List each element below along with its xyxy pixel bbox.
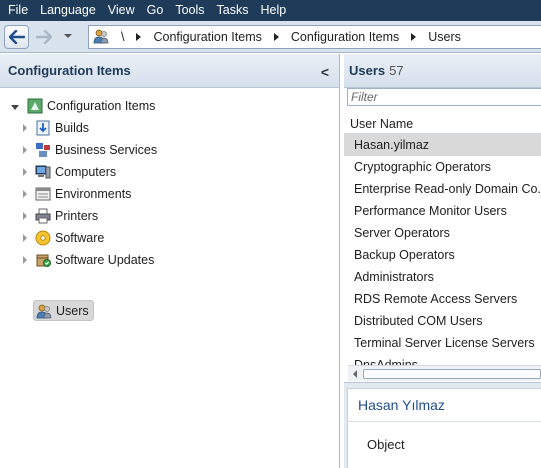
breadcrumb-item[interactable]: Configuration Items bbox=[287, 30, 403, 44]
tree-label: Printers bbox=[55, 209, 99, 223]
tree-label: Users bbox=[56, 303, 89, 318]
navigation-pane-title: Configuration Items bbox=[8, 63, 131, 78]
expand-arrow-icon[interactable] bbox=[23, 256, 27, 264]
navigation-bar: \ Configuration Items Configuration Item… bbox=[0, 21, 541, 53]
navigation-pane: Configuration Items < Configuration Item… bbox=[0, 54, 340, 468]
list-pane: Users 57 Filter User Name Hasan.yilmaz C… bbox=[344, 54, 541, 468]
scroll-left-icon[interactable] bbox=[353, 369, 357, 378]
details-pane: Hasan Yılmaz Object bbox=[344, 382, 541, 468]
horizontal-scrollbar[interactable] bbox=[348, 365, 541, 381]
tree-label: Configuration Items bbox=[47, 99, 156, 113]
column-header-user-name[interactable]: User Name bbox=[344, 114, 541, 134]
list-item[interactable]: Enterprise Read-only Domain Co... bbox=[344, 178, 541, 200]
forward-button[interactable] bbox=[31, 25, 56, 49]
tree-item-printers[interactable]: Printers bbox=[23, 205, 98, 227]
navigation-pane-header: Configuration Items < bbox=[0, 54, 339, 88]
details-card: Hasan Yılmaz Object bbox=[347, 388, 541, 468]
menu-help[interactable]: Help bbox=[254, 0, 292, 21]
menu-bar: File Language View Go Tools Tasks Help bbox=[0, 0, 541, 21]
menu-view[interactable]: View bbox=[102, 0, 141, 21]
details-title: Hasan Yılmaz bbox=[358, 397, 445, 413]
breadcrumb-item[interactable]: Configuration Items bbox=[149, 30, 265, 44]
scrollbar-thumb[interactable] bbox=[363, 368, 541, 379]
breadcrumb-item[interactable]: Users bbox=[424, 30, 465, 44]
breadcrumb-separator-icon[interactable] bbox=[411, 33, 417, 41]
tree-label: Business Services bbox=[55, 143, 158, 157]
breadcrumb-separator-icon[interactable] bbox=[273, 33, 279, 41]
tree-label: Computers bbox=[55, 165, 117, 179]
back-button[interactable] bbox=[4, 25, 29, 49]
tree-item-environments[interactable]: Environments bbox=[23, 183, 131, 205]
builds-icon bbox=[35, 120, 51, 136]
address-bar[interactable]: \ Configuration Items Configuration Item… bbox=[88, 25, 541, 49]
environments-icon bbox=[35, 186, 51, 202]
item-count: 57 bbox=[389, 63, 404, 78]
tree-label: Environments bbox=[55, 187, 132, 201]
software-disc-icon bbox=[35, 230, 51, 246]
expand-arrow-icon[interactable] bbox=[23, 146, 27, 154]
expand-arrow-icon[interactable] bbox=[23, 168, 27, 176]
menu-tools[interactable]: Tools bbox=[169, 0, 210, 21]
software-updates-icon bbox=[35, 252, 51, 268]
tree-root-configuration-items[interactable]: Configuration Items bbox=[11, 95, 155, 117]
list-item[interactable]: RDS Remote Access Servers bbox=[344, 288, 541, 310]
details-object-label: Object bbox=[367, 437, 405, 452]
tree-item-software-updates[interactable]: Software Updates bbox=[23, 249, 154, 271]
menu-tasks[interactable]: Tasks bbox=[211, 0, 255, 21]
tree-item-software[interactable]: Software bbox=[23, 227, 104, 249]
menu-file[interactable]: File bbox=[2, 0, 34, 21]
expand-arrow-icon[interactable] bbox=[23, 212, 27, 220]
tree-item-users[interactable]: Users bbox=[33, 300, 94, 321]
filter-input[interactable]: Filter bbox=[347, 88, 541, 106]
business-services-icon bbox=[35, 142, 51, 158]
users-icon bbox=[93, 28, 109, 47]
tree-item-computers[interactable]: Computers bbox=[23, 161, 116, 183]
back-arrow-icon bbox=[8, 30, 25, 44]
tree-item-builds[interactable]: Builds bbox=[23, 117, 89, 139]
expand-arrow-icon[interactable] bbox=[23, 124, 27, 132]
computers-icon bbox=[35, 164, 51, 180]
list-item[interactable]: Hasan.yilmaz bbox=[344, 134, 541, 156]
breadcrumb-separator-icon[interactable] bbox=[136, 33, 142, 41]
tree-item-business-services[interactable]: Business Services bbox=[23, 139, 157, 161]
list-item[interactable]: Performance Monitor Users bbox=[344, 200, 541, 222]
list-item[interactable]: Distributed COM Users bbox=[344, 310, 541, 332]
collapse-pane-button[interactable]: < bbox=[321, 64, 329, 80]
list-item[interactable]: Terminal Server License Servers bbox=[344, 332, 541, 354]
divider bbox=[348, 421, 541, 422]
list-item[interactable]: Backup Operators bbox=[344, 244, 541, 266]
menu-go[interactable]: Go bbox=[141, 0, 170, 21]
collapse-arrow-icon[interactable] bbox=[11, 104, 19, 110]
breadcrumb-root[interactable]: \ bbox=[117, 30, 128, 44]
list-item[interactable]: Administrators bbox=[344, 266, 541, 288]
tree-label: Builds bbox=[55, 121, 90, 135]
menu-language[interactable]: Language bbox=[34, 0, 102, 21]
expand-arrow-icon[interactable] bbox=[23, 234, 27, 242]
expand-arrow-icon[interactable] bbox=[23, 190, 27, 198]
configuration-items-icon bbox=[27, 98, 43, 114]
list-pane-header: Users 57 bbox=[344, 54, 541, 88]
forward-arrow-icon bbox=[35, 30, 52, 44]
list-item[interactable]: Server Operators bbox=[344, 222, 541, 244]
tree-label: Software Updates bbox=[55, 253, 155, 267]
user-list: Hasan.yilmaz Cryptographic Operators Ent… bbox=[344, 134, 541, 366]
list-title: Users bbox=[349, 63, 386, 78]
tree-label: Software bbox=[55, 231, 105, 245]
users-icon bbox=[36, 303, 52, 319]
printer-icon bbox=[35, 208, 51, 224]
list-item[interactable]: Cryptographic Operators bbox=[344, 156, 541, 178]
history-dropdown-icon[interactable] bbox=[64, 34, 72, 38]
